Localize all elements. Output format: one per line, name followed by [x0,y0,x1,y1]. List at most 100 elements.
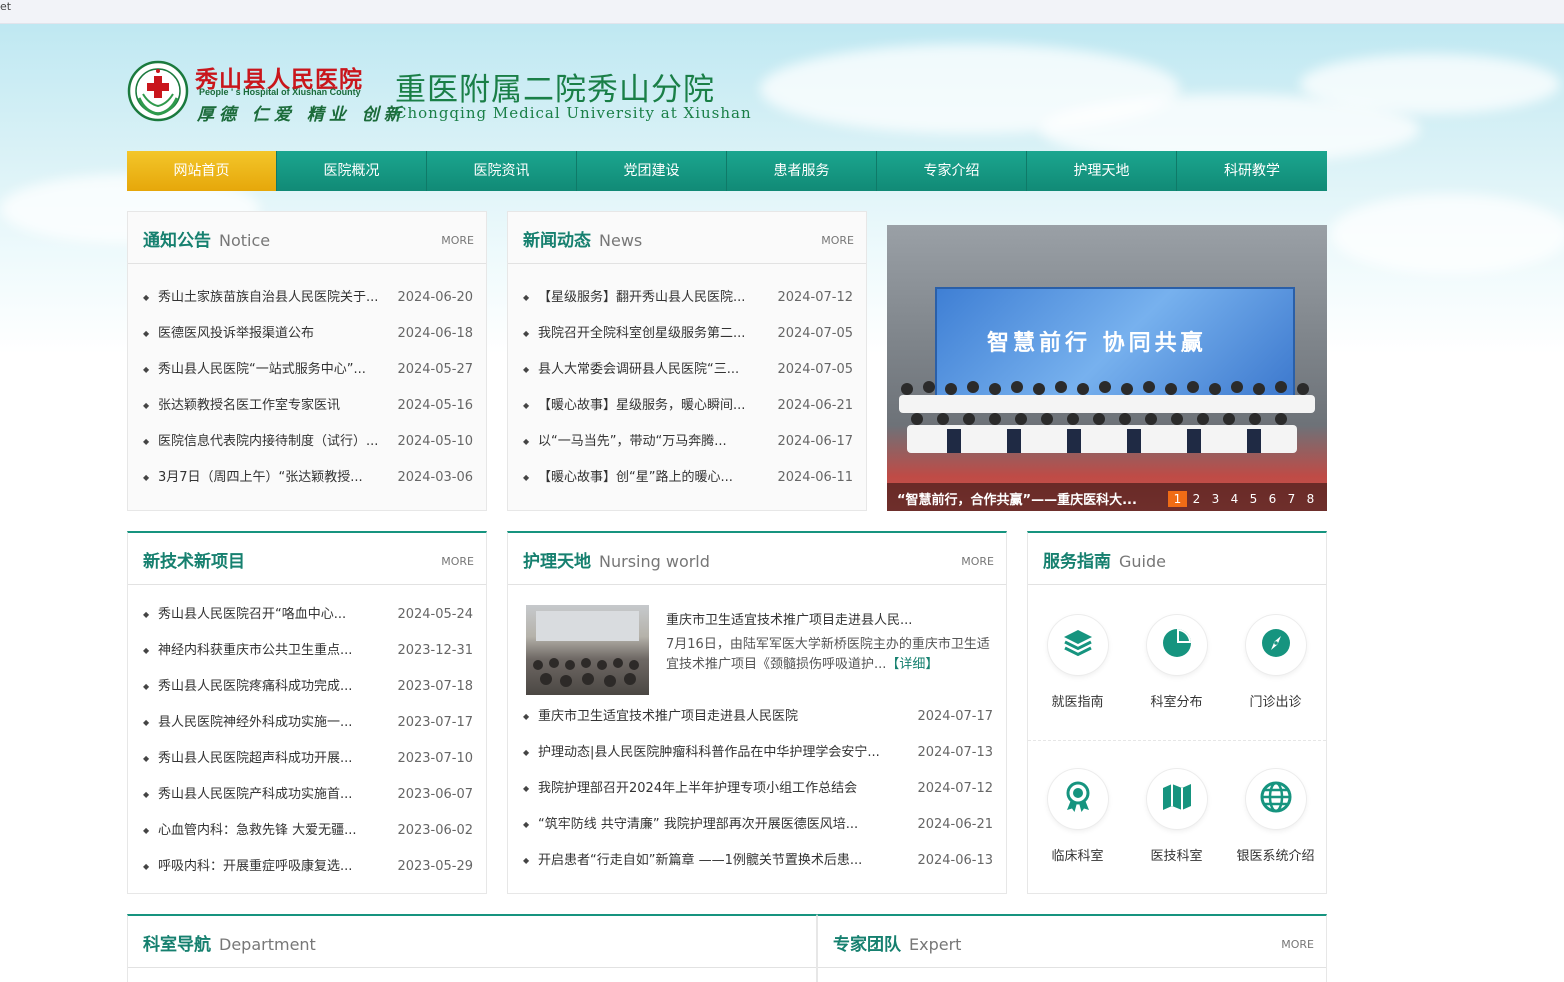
carousel-page-7[interactable]: 7 [1282,491,1301,507]
guide-label: 就医指南 [1051,695,1104,710]
pie-chart-icon [1160,626,1194,664]
department-panel: 科室导航 Department [127,914,817,982]
globe-icon [1259,780,1293,818]
carousel-page-4[interactable]: 4 [1225,491,1244,507]
hospital-emblem-icon[interactable] [127,60,189,122]
nursing-feature-image[interactable] [526,605,649,695]
guide-grid: 就医指南 科室分布 门诊出诊 临床科室 医技科室 银医系统介绍 [1028,587,1326,895]
list-item[interactable]: 我院护理部召开2024年上半年护理专项小组工作总结会2024-07-12 [508,771,1006,807]
list-item[interactable]: 我院召开全院科室创星级服务第二...2024-07-05 [508,316,866,352]
carousel-photo: 智慧前行 协同共赢 [887,225,1327,511]
list-item[interactable]: 秀山县人民医院超声科成功开展...2023-07-10 [128,741,486,777]
main-nav: 网站首页 医院概况 医院资讯 党团建设 患者服务 专家介绍 护理天地 科研教学 [127,151,1327,191]
list-item[interactable]: 神经内科获重庆市公共卫生重点...2023-12-31 [128,633,486,669]
guide-item-dept-distribution[interactable]: 科室分布 [1127,587,1226,740]
list-item[interactable]: 【暖心故事】星级服务，暖心瞬间...2024-06-21 [508,388,866,424]
list-item[interactable]: 3月7日（周四上午）“张达颖教授...2024-03-06 [128,460,486,496]
list-item[interactable]: 秀山土家族苗族自治县人民医院关于...2024-06-20 [128,280,486,316]
browser-top-strip: et [0,0,1564,24]
list-item[interactable]: 重庆市卫生适宜技术推广项目走进县人民医院2024-07-17 [508,699,1006,735]
nav-home[interactable]: 网站首页 [127,151,277,191]
nursing-list: 重庆市卫生适宜技术推广项目走进县人民医院2024-07-17 护理动态|县人民医… [508,699,1006,879]
carousel-page-2[interactable]: 2 [1187,491,1206,507]
news-more-link[interactable]: MORE [821,234,854,247]
department-title: 科室导航 Department [143,935,316,955]
notice-more-link[interactable]: MORE [441,234,474,247]
list-item[interactable]: 秀山县人民医院疼痛科成功完成...2023-07-18 [128,669,486,705]
expert-more-link[interactable]: MORE [1281,938,1314,951]
carousel-pager: 1 2 3 4 5 6 7 8 [1168,491,1320,507]
new-tech-title: 新技术新项目 [143,552,245,572]
notice-title: 通知公告 Notice [143,231,271,251]
carousel-page-6[interactable]: 6 [1263,491,1282,507]
layers-icon [1061,626,1095,664]
guide-header: 服务指南 Guide [1028,533,1326,585]
guide-title: 服务指南 Guide [1043,552,1166,572]
nursing-feature-desc: 7月16日，由陆军军医大学新桥医院主办的重庆市卫生适宜技术推广项目《颈髓损伤呼吸… [666,637,990,672]
expert-title: 专家团队 Expert [833,935,962,955]
photo-carousel[interactable]: 智慧前行 协同共赢 “智慧前行，合作共赢”——重庆医科大... 1 2 3 4 … [887,225,1327,511]
list-item[interactable]: 护理动态|县人民医院肿瘤科科普作品在中华护理学会安宁...2024-07-13 [508,735,1006,771]
guide-item-medical-guide[interactable]: 就医指南 [1028,587,1127,740]
list-item[interactable]: 呼吸内科：开展重症呼吸康复选...2023-05-29 [128,849,486,885]
map-icon [1160,780,1194,818]
list-item[interactable]: 医院信息代表院内接待制度（试行）...2024-05-10 [128,424,486,460]
guide-item-tech-dept[interactable]: 医技科室 [1127,741,1226,895]
guide-item-bank-medical-system[interactable]: 银医系统介绍 [1226,741,1325,895]
guide-label: 科室分布 [1150,695,1203,710]
nursing-feature: 重庆市卫生适宜技术推广项目走进县人民... 7月16日，由陆军军医大学新桥医院主… [526,605,998,697]
list-item[interactable]: 以“一马当先”，带动“万马奔腾...2024-06-17 [508,424,866,460]
carousel-page-5[interactable]: 5 [1244,491,1263,507]
nav-patient-service[interactable]: 患者服务 [727,151,877,191]
expert-panel: 专家团队 Expert MORE [817,914,1327,982]
list-item[interactable]: “筑牢防线 共守清廉” 我院护理部再次开展医德医风培...2024-06-21 [508,807,1006,843]
branch-en-name: Chongqing Medical University at Xiushan [395,104,752,122]
notice-panel: 通知公告Notice MORE 秀山土家族苗族自治县人民医院关于...2024-… [127,211,487,511]
guide-item-clinical-dept[interactable]: 临床科室 [1028,741,1127,895]
group-photo-people [899,381,1315,453]
nursing-more-link[interactable]: MORE [961,555,994,568]
new-tech-panel: 新技术新项目 MORE 秀山县人民医院召开“咯血中心...2024-05-24 … [127,531,487,894]
carousel-page-3[interactable]: 3 [1206,491,1225,507]
guide-label: 门诊出诊 [1249,695,1302,710]
banner-text: 智慧前行 协同共赢 [987,330,1207,356]
list-item[interactable]: 心血管内科：急救先锋 大爱无疆...2023-06-02 [128,813,486,849]
carousel-page-1[interactable]: 1 [1168,491,1187,507]
guide-panel: 服务指南 Guide 就医指南 科室分布 门诊出诊 临床科室 医技科室 银医系统… [1027,531,1327,894]
list-item[interactable]: 张达颖教授名医工作室专家医讯2024-05-16 [128,388,486,424]
notice-header: 通知公告 Notice MORE [128,212,486,264]
carousel-page-8[interactable]: 8 [1301,491,1320,507]
new-tech-header: 新技术新项目 MORE [128,533,486,585]
nav-experts[interactable]: 专家介绍 [877,151,1027,191]
nursing-title: 护理天地 Nursing world [523,552,710,572]
news-title: 新闻动态 News [523,231,643,251]
list-item[interactable]: 秀山县人民医院“一站式服务中心”...2024-05-27 [128,352,486,388]
nursing-panel: 护理天地 Nursing world MORE 重庆市卫生适宜技术推广项目走进县人… [507,531,1007,894]
nav-nursing[interactable]: 护理天地 [1027,151,1177,191]
list-item[interactable]: 县人大常委会调研县人民医院“三...2024-07-05 [508,352,866,388]
list-item[interactable]: 秀山县人民医院召开“咯血中心...2024-05-24 [128,597,486,633]
nav-research[interactable]: 科研教学 [1177,151,1327,191]
nav-overview[interactable]: 医院概况 [277,151,427,191]
carousel-caption[interactable]: “智慧前行，合作共赢”——重庆医科大... [897,489,1159,508]
nursing-detail-link[interactable]: 【详细】 [886,657,938,672]
hospital-en-name: People ' s Hospital of Xiushan County [199,87,361,97]
list-item[interactable]: 医德医风投诉举报渠道公布2024-06-18 [128,316,486,352]
new-tech-more-link[interactable]: MORE [441,555,474,568]
list-item[interactable]: 县人民医院神经外科成功实施一...2023-07-17 [128,705,486,741]
nav-party[interactable]: 党团建设 [577,151,727,191]
guide-label: 银医系统介绍 [1236,849,1315,864]
news-panel: 新闻动态News MORE 【星级服务】翻开秀山县人民医院...2024-07-… [507,211,867,511]
new-tech-list: 秀山县人民医院召开“咯血中心...2024-05-24 神经内科获重庆市公共卫生… [128,585,486,885]
list-item[interactable]: 开启患者“行走自如”新篇章 ——1例髋关节置换术后患...2024-06-13 [508,843,1006,879]
branch-cn-name: 重医附属二院秀山分院 [395,72,715,108]
list-item[interactable]: 秀山县人民医院产科成功实施首...2023-06-07 [128,777,486,813]
tab-fragment: et [0,0,12,13]
hospital-motto: 厚德 仁爱 精业 创新 [197,105,406,125]
expert-header: 专家团队 Expert MORE [818,916,1326,968]
guide-item-outpatient[interactable]: 门诊出诊 [1226,587,1325,740]
list-item[interactable]: 【星级服务】翻开秀山县人民医院...2024-07-12 [508,280,866,316]
nav-news-info[interactable]: 医院资讯 [427,151,577,191]
list-item[interactable]: 【暖心故事】创“星”路上的暖心...2024-06-11 [508,460,866,496]
nursing-feature-title[interactable]: 重庆市卫生适宜技术推广项目走进县人民... [666,609,996,628]
